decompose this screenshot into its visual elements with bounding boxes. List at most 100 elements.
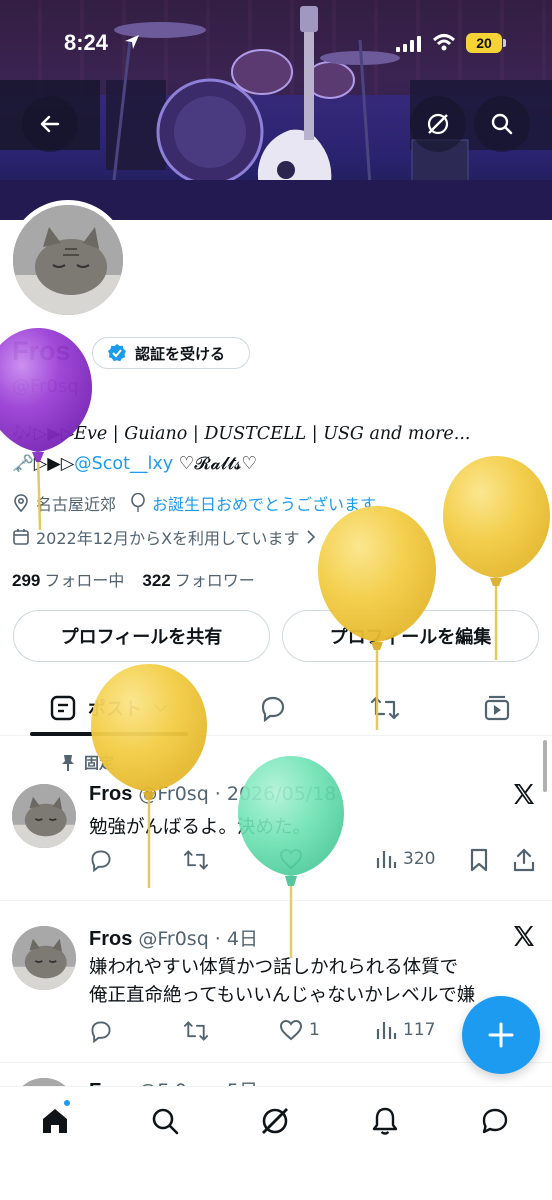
grok-button[interactable] bbox=[410, 96, 466, 152]
joined-text: 2022年12月からXを利用しています bbox=[36, 529, 300, 548]
battery-indicator: 20 bbox=[466, 33, 506, 53]
media-tab-icon bbox=[484, 695, 510, 721]
birthday-text: お誕生日おめでとうございます。 bbox=[152, 495, 391, 514]
repost-button[interactable] bbox=[183, 1019, 209, 1043]
back-arrow-icon bbox=[40, 115, 60, 133]
profile-location: 名古屋近郊 bbox=[12, 491, 116, 515]
get-verified-button[interactable]: 認証を受ける bbox=[92, 337, 250, 369]
tab-media[interactable] bbox=[468, 680, 526, 736]
bookmark-button[interactable] bbox=[469, 848, 489, 872]
post-avatar[interactable] bbox=[12, 926, 76, 990]
post-header: Fros @Fr0sq · 4日 bbox=[89, 924, 258, 951]
views-icon bbox=[376, 1022, 397, 1039]
bio-music-emoji: 🎶 bbox=[12, 424, 34, 444]
calendar-icon bbox=[13, 529, 29, 545]
reply-button[interactable] bbox=[89, 1019, 113, 1043]
post-text-line: 嫌われやすい体質かつ話しかれられる体質で bbox=[89, 957, 459, 978]
search-icon bbox=[152, 1108, 179, 1135]
post-divider bbox=[0, 1062, 552, 1063]
followers-count: 322 bbox=[142, 571, 171, 590]
profile-tabs: ポスト bbox=[0, 680, 552, 736]
like-count: 1 bbox=[309, 1020, 320, 1040]
bio-line-1-text: ▷▶▷Eve | Guiano | DUSTCELL | USG and mor… bbox=[33, 424, 471, 444]
home-notification-dot bbox=[62, 1098, 72, 1108]
x-logo-icon bbox=[514, 784, 534, 804]
reply-icon bbox=[91, 1021, 111, 1043]
x-logo-icon bbox=[514, 926, 534, 946]
plus-icon bbox=[488, 1022, 514, 1048]
bio-key-emoji: 🗝️ bbox=[12, 454, 34, 474]
chevron-right-icon[interactable] bbox=[306, 530, 316, 544]
repost-icon bbox=[183, 850, 209, 870]
pinned-label: 固定 bbox=[60, 752, 114, 773]
nav-grok[interactable] bbox=[245, 1101, 305, 1141]
get-verified-label: 認証を受ける bbox=[135, 344, 226, 363]
cat-avatar-image bbox=[12, 784, 76, 848]
profile-name: Fros bbox=[12, 336, 71, 366]
like-icon bbox=[279, 848, 303, 870]
reply-button[interactable] bbox=[89, 848, 113, 872]
bio-mention-link[interactable]: @Scot__lxy bbox=[74, 454, 173, 474]
profile-avatar[interactable] bbox=[8, 200, 128, 320]
nav-home[interactable] bbox=[25, 1101, 85, 1141]
views-icon bbox=[376, 851, 397, 868]
nav-notifications[interactable] bbox=[355, 1101, 415, 1141]
views-button[interactable]: 320 bbox=[375, 848, 435, 870]
followers-link[interactable]: 322 フォロワー bbox=[142, 567, 254, 591]
followers-label: フォロワー bbox=[174, 571, 255, 590]
status-bar: 8:24 20 bbox=[0, 28, 552, 64]
active-tab-indicator bbox=[30, 732, 188, 736]
bio-line-2-suffix: ♡𝓡𝓪𝓵𝓽𝓼♡ bbox=[173, 454, 258, 474]
share-icon bbox=[513, 848, 535, 872]
like-button[interactable] bbox=[279, 848, 309, 870]
post-author-name[interactable]: Fros bbox=[89, 928, 132, 950]
nav-messages[interactable] bbox=[465, 1101, 525, 1141]
balloon-icon bbox=[131, 493, 145, 512]
compose-post-button[interactable] bbox=[462, 996, 540, 1074]
grok-icon bbox=[262, 1108, 288, 1134]
scrollbar[interactable] bbox=[543, 740, 547, 792]
search-button[interactable] bbox=[474, 96, 530, 152]
like-button[interactable]: 1 bbox=[279, 1019, 320, 1041]
edit-profile-button[interactable]: プロフィールを編集 bbox=[282, 610, 539, 662]
pinned-text: 固定 bbox=[84, 754, 115, 772]
back-button[interactable] bbox=[22, 96, 78, 152]
status-time: 8:24 bbox=[64, 30, 109, 55]
nav-search[interactable] bbox=[135, 1101, 195, 1141]
messages-icon bbox=[482, 1108, 508, 1134]
share-profile-button[interactable]: プロフィールを共有 bbox=[13, 610, 270, 662]
views-button[interactable]: 117 bbox=[375, 1019, 435, 1041]
chevron-down-icon bbox=[154, 704, 168, 713]
post-divider bbox=[0, 900, 552, 901]
reply-icon bbox=[91, 850, 111, 872]
tab-reposts[interactable] bbox=[356, 680, 414, 736]
repost-button[interactable] bbox=[183, 848, 209, 872]
views-count: 117 bbox=[403, 1020, 436, 1040]
post-text: 嫌われやすい体質かつ話しかれられる体質で 俺正直命絶ってもいいんじゃないかレベル… bbox=[89, 954, 475, 1010]
reply-tab-icon bbox=[261, 696, 285, 722]
following-link[interactable]: 299 フォロー中 bbox=[12, 567, 124, 591]
pin-icon bbox=[62, 754, 74, 771]
post-actions: 320 bbox=[89, 848, 539, 874]
post-text-line: 勉強がんばるよ。決めた。 bbox=[89, 817, 312, 838]
profile-birthday[interactable]: お誕生日おめでとうございます。 bbox=[130, 491, 390, 515]
cat-avatar-image bbox=[12, 926, 76, 990]
location-icon bbox=[14, 494, 28, 512]
like-icon bbox=[279, 1019, 303, 1041]
repost-tab-icon bbox=[370, 696, 400, 720]
bio-line-1: 🎶▷▶▷Eve | Guiano | DUSTCELL | USG and mo… bbox=[12, 424, 470, 444]
grok-icon bbox=[427, 113, 449, 135]
share-button[interactable] bbox=[513, 848, 535, 872]
verified-badge-icon bbox=[108, 344, 126, 362]
bell-icon bbox=[372, 1107, 398, 1135]
post-avatar[interactable] bbox=[12, 784, 76, 848]
bio-line-2: 🗝️▷▶▷@Scot__lxy ♡𝓡𝓪𝓵𝓽𝓼♡ bbox=[12, 454, 257, 474]
posts-tab-icon bbox=[50, 695, 76, 721]
tab-posts[interactable]: ポスト bbox=[30, 680, 188, 736]
post-author-name[interactable]: Fros bbox=[89, 783, 132, 805]
post-handle-time: @Fr0sq · 2026/05/18 bbox=[138, 783, 337, 805]
tab-replies[interactable] bbox=[244, 680, 302, 736]
views-count: 320 bbox=[403, 849, 436, 869]
post-text: 勉強がんばるよ。決めた。 bbox=[89, 814, 311, 842]
repost-icon bbox=[183, 1021, 209, 1041]
